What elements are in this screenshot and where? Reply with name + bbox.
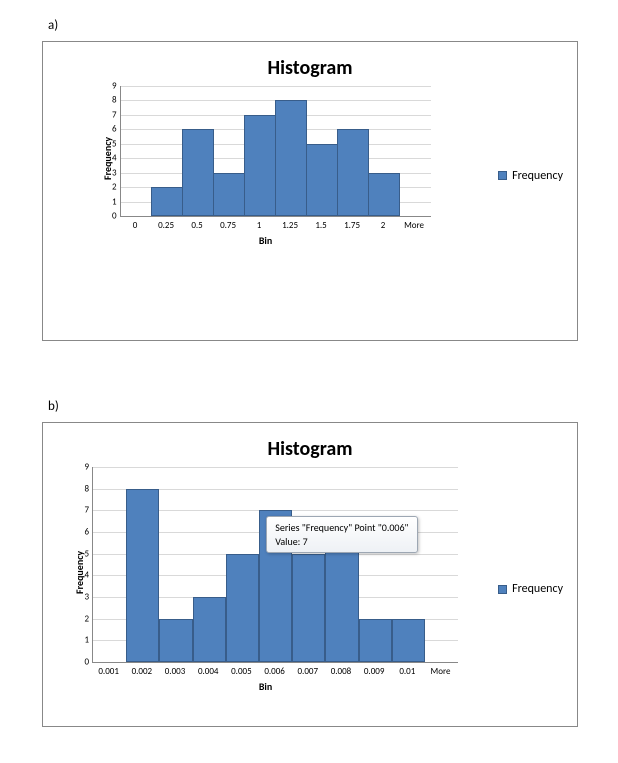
bar-cell <box>183 86 214 216</box>
ytick-label: 5 <box>112 139 117 148</box>
ytick-label: 6 <box>84 527 89 536</box>
chart-b-legend: Frequency <box>480 582 577 596</box>
ytick-label: 0 <box>84 657 89 666</box>
bar-cell <box>307 86 338 216</box>
ytick-label: 9 <box>84 463 89 472</box>
bar[interactable] <box>213 173 245 216</box>
bar-cell <box>400 86 431 216</box>
ytick-label: 4 <box>84 571 89 580</box>
bar[interactable] <box>337 129 369 216</box>
ytick-label: 5 <box>84 549 89 558</box>
section-label-a: a) <box>48 18 618 33</box>
bar[interactable] <box>226 554 259 662</box>
xtick-label: 0.005 <box>225 666 258 677</box>
xtick-label: More <box>399 220 430 231</box>
chart-b-legend-label: Frequency <box>512 582 563 596</box>
ytick-label: 4 <box>112 154 117 163</box>
xtick-label: 0 <box>120 220 151 231</box>
xtick-label: 0.25 <box>151 220 182 231</box>
bar-cell <box>159 467 192 662</box>
xtick-label: More <box>424 666 457 677</box>
ytick-label: 9 <box>112 82 117 91</box>
xtick-label: 0.5 <box>182 220 213 231</box>
chart-a-title: Histogram <box>43 56 577 80</box>
ytick-label: 8 <box>112 96 117 105</box>
chart-b-xlabel: Bin <box>259 680 272 693</box>
chart-b-plot <box>92 467 458 663</box>
tooltip-line2: Value: 7 <box>275 535 408 549</box>
bar[interactable] <box>159 619 192 662</box>
chart-b-title: Histogram <box>43 437 577 461</box>
xtick-label: 1 <box>244 220 275 231</box>
chart-a-xaxis: 00.250.50.7511.251.51.752More <box>120 217 430 231</box>
bar[interactable] <box>193 597 226 662</box>
legend-swatch-icon <box>498 585 507 594</box>
legend-swatch-icon <box>498 171 507 180</box>
chart-b-xaxis: 0.0010.0020.0030.0040.0050.0060.0070.008… <box>92 663 457 677</box>
xtick-label: 0.75 <box>213 220 244 231</box>
xtick-label: 0.008 <box>324 666 357 677</box>
chart-a-legend-label: Frequency <box>512 169 563 183</box>
section-label-b: b) <box>48 399 618 414</box>
bar[interactable] <box>368 173 400 216</box>
ytick-label: 3 <box>84 592 89 601</box>
bar-cell <box>292 467 325 662</box>
bar[interactable] <box>182 129 214 216</box>
bar-cell <box>152 86 183 216</box>
chart-a-xlabel: Bin <box>259 234 272 247</box>
xtick-label: 0.01 <box>391 666 424 677</box>
bar-cell <box>359 467 392 662</box>
bar[interactable] <box>306 144 338 216</box>
bar-cell <box>425 467 458 662</box>
bar[interactable] <box>151 187 183 216</box>
xtick-label: 1.75 <box>337 220 368 231</box>
xtick-label: 0.004 <box>192 666 225 677</box>
ytick-label: 6 <box>112 125 117 134</box>
xtick-label: 2 <box>368 220 399 231</box>
bar[interactable] <box>126 489 159 662</box>
xtick-label: 0.007 <box>291 666 324 677</box>
xtick-label: 1.5 <box>306 220 337 231</box>
bar-cell <box>338 86 369 216</box>
bar-cell <box>325 467 358 662</box>
bar-cell <box>121 86 152 216</box>
ytick-label: 1 <box>112 197 117 206</box>
xtick-label: 0.009 <box>358 666 391 677</box>
bar-cell <box>193 467 226 662</box>
ytick-label: 7 <box>112 110 117 119</box>
bar-cell <box>93 467 126 662</box>
ytick-label: 8 <box>84 484 89 493</box>
bar-cell <box>392 467 425 662</box>
chart-a-legend: Frequency <box>480 169 577 183</box>
ytick-label: 1 <box>84 636 89 645</box>
bar[interactable] <box>292 554 325 662</box>
chart-b: Histogram Frequency 9876543210 0.0010.00… <box>42 422 578 727</box>
ytick-label: 0 <box>112 211 117 220</box>
ytick-label: 7 <box>84 506 89 515</box>
xtick-label: 1.25 <box>275 220 306 231</box>
bar-cell <box>276 86 307 216</box>
xtick-label: 0.001 <box>92 666 125 677</box>
bar[interactable] <box>244 115 276 216</box>
bar-cell <box>259 467 292 662</box>
chart-a: Histogram Frequency 9876543210 00.250.50… <box>42 41 578 341</box>
bar-cell <box>369 86 400 216</box>
bar-cell <box>245 86 276 216</box>
bar[interactable] <box>392 619 425 662</box>
bar-cell <box>214 86 245 216</box>
xtick-label: 0.003 <box>158 666 191 677</box>
bar[interactable] <box>359 619 392 662</box>
xtick-label: 0.002 <box>125 666 158 677</box>
chart-a-plot <box>120 86 431 217</box>
ytick-label: 2 <box>112 183 117 192</box>
tooltip: Series "Frequency" Point "0.006" Value: … <box>266 516 417 553</box>
ytick-label: 3 <box>112 168 117 177</box>
bar[interactable] <box>275 100 307 216</box>
xtick-label: 0.006 <box>258 666 291 677</box>
bar-cell <box>126 467 159 662</box>
bar-cell <box>226 467 259 662</box>
tooltip-line1: Series "Frequency" Point "0.006" <box>275 521 408 535</box>
ytick-label: 2 <box>84 614 89 623</box>
